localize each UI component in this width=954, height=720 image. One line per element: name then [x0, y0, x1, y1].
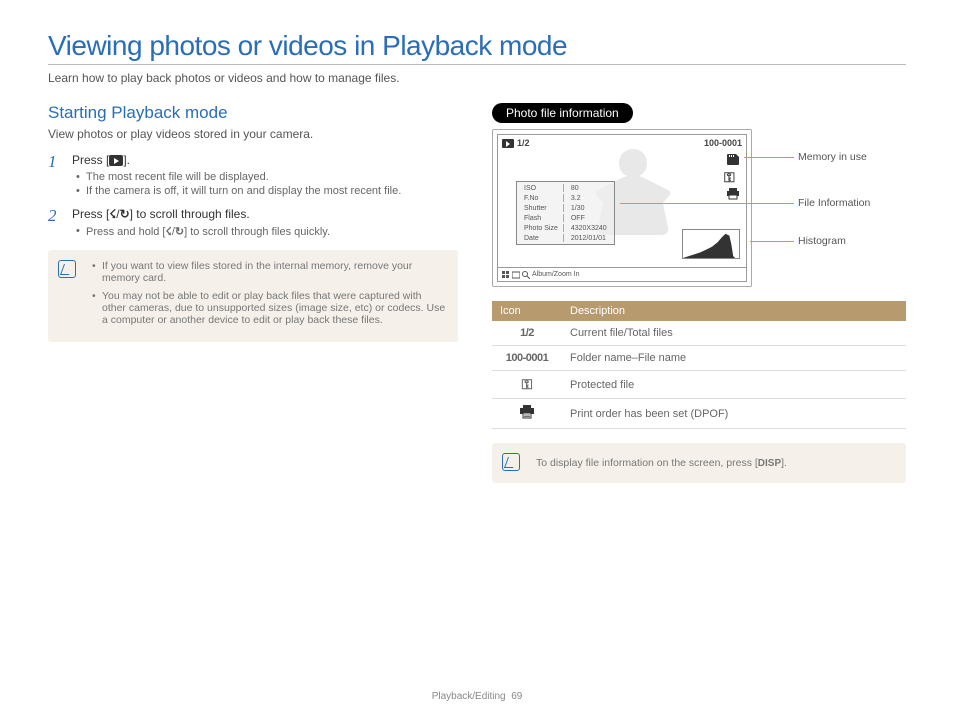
- table-row: 100-0001 Folder name–File name: [492, 346, 906, 371]
- step-body-2: Press [☇/↻] to scroll through files. Pre…: [72, 207, 458, 240]
- callout-mem: Memory in use: [798, 151, 867, 163]
- info-dt-v: 2012/01/01: [566, 234, 612, 242]
- icon-table: Icon Description 1/2 Current file/Total …: [492, 301, 906, 429]
- topbar-file: 100-0001: [704, 138, 742, 148]
- step-1: 1 Press []. The most recent file will be…: [48, 153, 458, 199]
- info-fl-l: Flash: [519, 214, 564, 222]
- table-row: 1/2 Current file/Total files: [492, 321, 906, 346]
- info-fno-v: 3.2: [566, 194, 612, 202]
- columns: Starting Playback mode View photos or pl…: [48, 103, 906, 483]
- info-panel: ISO80 F.No3.2 Shutter1/30 FlashOFF Photo…: [516, 181, 615, 245]
- row1-icon: 1/2: [520, 327, 534, 339]
- topbar-count: 1/2: [517, 138, 530, 148]
- footer: Playback/Editing 69: [0, 691, 954, 702]
- step2-text-b: ] to scroll through files.: [130, 207, 250, 221]
- info-iso-l: ISO: [519, 184, 564, 192]
- step-2: 2 Press [☇/↻] to scroll through files. P…: [48, 207, 458, 240]
- page-intro: Learn how to play back photos or videos …: [48, 71, 906, 85]
- camera-screen: 1/2 100-0001 ⚿ ISO80 F.No3.2 Shutter1/: [492, 129, 752, 287]
- printer-icon: [724, 187, 742, 200]
- screen-topbar: 1/2 100-0001: [502, 138, 742, 148]
- bottombar-text: Album/Zoom In: [532, 271, 579, 278]
- note2-b: ].: [781, 457, 787, 469]
- row1-desc: Current file/Total files: [562, 321, 906, 346]
- step1-bullet1: The most recent file will be displayed.: [86, 171, 458, 183]
- playback-icon: [109, 155, 123, 166]
- col-left: Starting Playback mode View photos or pl…: [48, 103, 458, 483]
- info-sh-v: 1/30: [566, 204, 612, 212]
- info-ps-l: Photo Size: [519, 224, 564, 232]
- info-dt-l: Date: [519, 234, 564, 242]
- timer-icon-2: ↻: [175, 225, 184, 238]
- table-row: ⚿ Protected file: [492, 371, 906, 399]
- callout-line-mem: [744, 157, 794, 158]
- step1-bullet2: If the camera is off, it will turn on an…: [86, 185, 458, 197]
- photo-info-pill: Photo file information: [492, 103, 633, 123]
- note2-text: To display file information on the scree…: [536, 457, 787, 469]
- callout-line-histo: [750, 241, 794, 242]
- note2-a: To display file information on the scree…: [536, 457, 758, 469]
- step-body-1: Press []. The most recent file will be d…: [72, 153, 458, 199]
- step-num-2: 2: [48, 207, 64, 240]
- info-ps-v: 4320X3240: [566, 224, 612, 232]
- footer-page: 69: [511, 691, 522, 702]
- row3-lock-icon: ⚿: [522, 377, 533, 391]
- row2-desc: Folder name–File name: [562, 346, 906, 371]
- info-fno-l: F.No: [519, 194, 564, 202]
- screen-bottombar: Album/Zoom In: [498, 267, 746, 281]
- grid-icon: [502, 271, 510, 279]
- section-title: Starting Playback mode: [48, 103, 458, 123]
- row2-icon: 100-0001: [506, 352, 549, 364]
- info-iso-v: 80: [566, 184, 612, 192]
- page-title: Viewing photos or videos in Playback mod…: [48, 30, 906, 62]
- step2-bullet1: Press and hold [☇/↻] to scroll through f…: [86, 225, 458, 238]
- info-sh-l: Shutter: [519, 204, 564, 212]
- callout-fileinfo: File Information: [798, 197, 870, 209]
- th-icon: Icon: [492, 301, 562, 321]
- note-li1: If you want to view files stored in the …: [102, 260, 446, 284]
- col-right: Photo file information 1/2 100-0001 ⚿: [492, 103, 906, 483]
- lock-icon: ⚿: [724, 170, 742, 183]
- step-num-1: 1: [48, 153, 64, 199]
- histogram: [682, 229, 740, 259]
- step2b-b: ] to scroll through files quickly.: [184, 226, 330, 238]
- section-intro: View photos or play videos stored in you…: [48, 127, 458, 141]
- callout-line-fi: [620, 203, 794, 204]
- rect-icon: [512, 271, 520, 279]
- disp-icon: DISP: [758, 458, 781, 469]
- th-desc: Description: [562, 301, 906, 321]
- note-icon: [58, 260, 76, 278]
- step2b-a: Press and hold [: [86, 226, 166, 238]
- title-rule: [48, 64, 906, 65]
- step1-text-a: Press [: [72, 153, 109, 167]
- table-row: Print order has been set (DPOF): [492, 399, 906, 429]
- info-fl-v: OFF: [566, 214, 612, 222]
- right-icons: ⚿: [724, 153, 742, 200]
- topbar-left: 1/2: [502, 138, 530, 148]
- magnify-icon: [522, 271, 530, 279]
- callout-histo: Histogram: [798, 235, 846, 247]
- note-li2: You may not be able to edit or play back…: [102, 290, 446, 326]
- topbar-play-icon: [502, 139, 514, 148]
- note-icon-2: [502, 453, 520, 471]
- row4-printer-icon: [492, 399, 562, 429]
- step2-text-a: Press [: [72, 207, 109, 221]
- row3-desc: Protected file: [562, 371, 906, 399]
- card-icon: [724, 153, 742, 166]
- screen-wrap: 1/2 100-0001 ⚿ ISO80 F.No3.2 Shutter1/: [492, 129, 906, 287]
- screen-inner: 1/2 100-0001 ⚿ ISO80 F.No3.2 Shutter1/: [497, 134, 747, 282]
- note-box-right: To display file information on the scree…: [492, 443, 906, 483]
- footer-section: Playback/Editing: [432, 691, 506, 702]
- step1-text-b: ].: [123, 153, 130, 167]
- timer-icon: ↻: [120, 207, 130, 221]
- note-box-left: If you want to view files stored in the …: [48, 250, 458, 342]
- row4-desc: Print order has been set (DPOF): [562, 399, 906, 429]
